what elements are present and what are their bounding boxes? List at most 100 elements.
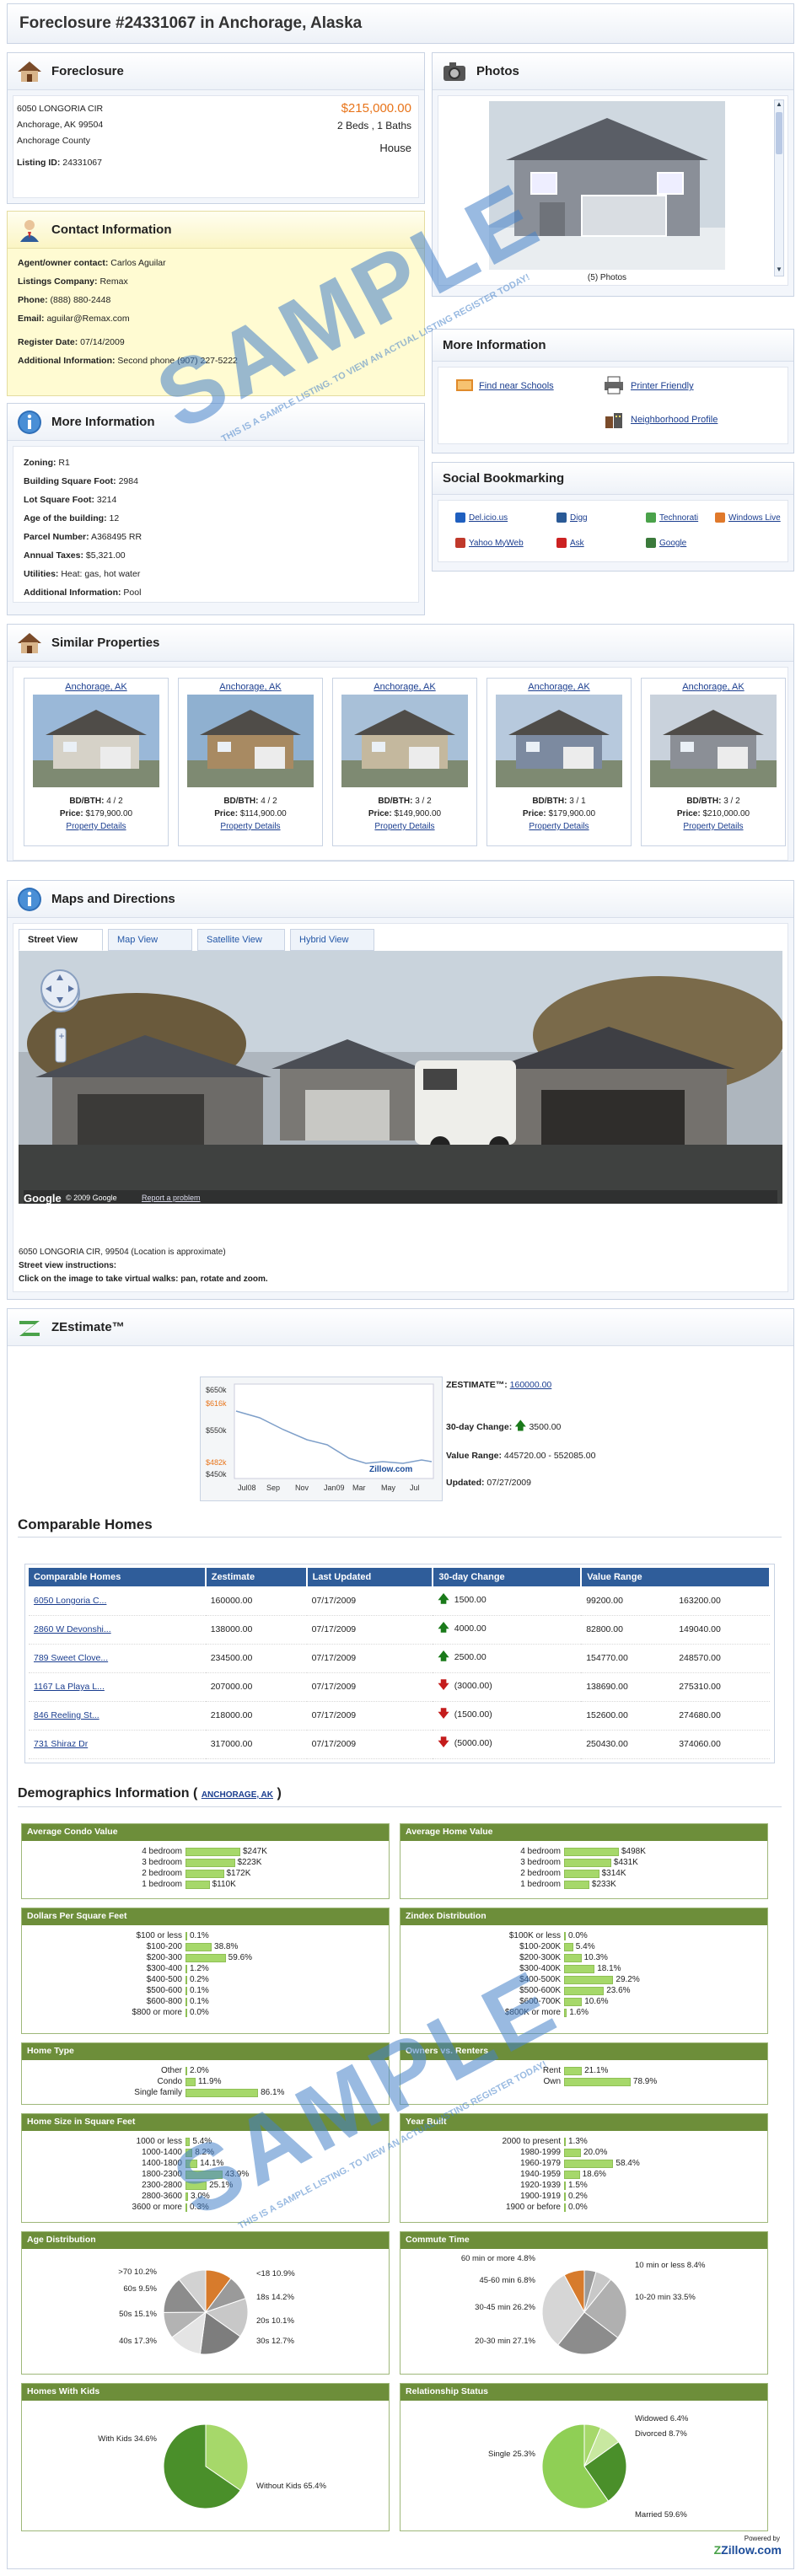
property-details-link[interactable]: Property Details	[487, 822, 631, 831]
tab-map-view[interactable]: Map View	[108, 929, 192, 951]
contact-heading: Contact Information	[51, 223, 172, 237]
social-item[interactable]: Digg	[556, 513, 588, 523]
social-item[interactable]: Technorati	[646, 513, 698, 523]
demo-bar-row: $300-400 1.2%	[25, 1963, 385, 1974]
pie-chart	[541, 2423, 627, 2509]
social-link[interactable]: Digg	[570, 513, 588, 523]
maps-body: Street View Map View Satellite View Hybr…	[13, 923, 788, 1292]
social-item[interactable]: Del.icio.us	[455, 513, 508, 523]
property-details-link[interactable]: Property Details	[642, 822, 785, 831]
demo-bar-row: 2 bedroom $314K	[404, 1868, 764, 1879]
pie-label: Divorced 8.7%	[635, 2429, 687, 2439]
demo-bar-label: 2300-2800	[142, 2181, 182, 2190]
comparable-home-link[interactable]: 1167 La Playa L...	[34, 1682, 105, 1692]
zestimate-value-link[interactable]: 160000.00	[510, 1380, 552, 1390]
demo-bar-label: 3 bedroom	[520, 1858, 561, 1867]
pan-control-icon[interactable]	[39, 968, 81, 1010]
social-item[interactable]: Windows Live	[715, 513, 781, 523]
range-value: 445720.00 - 552085.00	[503, 1451, 596, 1461]
demo-box-title: Average Condo Value	[22, 1824, 389, 1841]
comparable-header-row: Comparable Homes Zestimate Last Updated 30-…	[29, 1568, 771, 1586]
demo-box-title: Relationship Status	[400, 2384, 767, 2401]
report-problem-link[interactable]: Report a problem	[142, 1194, 201, 1202]
social-link[interactable]: Technorati	[659, 513, 698, 523]
bdbth-value: 3 / 2	[415, 797, 432, 806]
more-info-field-value: R1	[58, 458, 70, 468]
page: Foreclosure #24331067 in Anchorage, Alas…	[0, 0, 801, 2576]
comparable-home-link[interactable]: 789 Sweet Clove...	[34, 1653, 108, 1663]
demo-bar-value: 0.2%	[190, 1975, 209, 1984]
similar-property-photo[interactable]	[496, 695, 622, 787]
demo-bar	[185, 2159, 198, 2168]
social-item[interactable]: Ask	[556, 538, 584, 548]
similar-city-link[interactable]: Anchorage, AK	[333, 682, 476, 692]
range-low: 154770.00	[586, 1653, 628, 1663]
demo-bar-label: $500-600K	[519, 1986, 561, 1995]
listing-photo[interactable]	[489, 101, 725, 270]
demo-bar-value: $172K	[226, 1869, 251, 1878]
similar-city-link[interactable]: Anchorage, AK	[487, 682, 631, 692]
printer-friendly-link[interactable]: Printer Friendly	[631, 381, 694, 391]
demo-bar-row: Own 78.9%	[404, 2076, 764, 2087]
social-link[interactable]: Ask	[570, 539, 584, 548]
similar-city-link[interactable]: Anchorage, AK	[179, 682, 322, 692]
social-link[interactable]: Windows Live	[728, 513, 781, 523]
contact-field-value: Second phone (907) 227-5222	[117, 356, 238, 366]
comparable-home-link[interactable]: 846 Reeling St...	[34, 1710, 99, 1720]
demographics-city-link[interactable]: ANCHORAGE, AK	[202, 1790, 273, 1800]
tab-street-view[interactable]: Street View	[19, 929, 103, 951]
tab-satellite-view[interactable]: Satellite View	[197, 929, 285, 951]
table-row: 2860 W Devonshi... 138000.00 07/17/2009 🡅 40…	[29, 1615, 770, 1645]
demo-bar-label: $500-600	[146, 1986, 182, 1995]
similar-city-link[interactable]: Anchorage, AK	[24, 682, 168, 692]
zestimate-panel: ZEstimate™ $650k $616k $550k $482k $450k Jul0…	[7, 1308, 794, 2569]
instructions-text: Click on the image to take virtual walks…	[19, 1275, 268, 1284]
social-link[interactable]: Yahoo MyWeb	[469, 539, 524, 548]
social-link[interactable]: Google	[659, 539, 686, 548]
tab-hybrid-view[interactable]: Hybrid View	[290, 929, 374, 951]
property-details-link[interactable]: Property Details	[24, 822, 168, 831]
zestimate-header: ZEstimate™	[8, 1309, 793, 1346]
address-line-2: Anchorage, AK 99504	[17, 120, 104, 130]
address-line-1: 6050 LONGORIA CIR	[17, 104, 104, 114]
find-schools-link[interactable]: Find near Schools	[479, 381, 554, 391]
last-updated-cell: 07/17/2009	[306, 1644, 433, 1673]
zoom-in-icon[interactable]: +	[56, 1030, 67, 1042]
pie-label: Married 59.6%	[635, 2510, 687, 2520]
similar-property-photo[interactable]	[33, 695, 159, 787]
comparable-home-link[interactable]: 731 Shiraz Dr	[34, 1739, 88, 1749]
chart-x-tick: Jan09	[324, 1484, 345, 1492]
demo-bar	[185, 2077, 196, 2086]
more-info-field: Utilities: Heat: gas, hot water	[24, 565, 408, 583]
last-updated-cell: 07/17/2009	[306, 1615, 433, 1645]
table-row: 1167 La Playa L... 207000.00 07/17/2009 🡇 (3…	[29, 1672, 770, 1702]
similar-property-photo[interactable]	[650, 695, 777, 787]
property-details-link[interactable]: Property Details	[333, 822, 476, 831]
street-view-image[interactable]	[19, 951, 782, 1204]
comparable-home-link[interactable]: 6050 Longoria C...	[34, 1596, 106, 1606]
property-details-link[interactable]: Property Details	[179, 822, 322, 831]
zestimate-chart: $650k $616k $550k $482k $450k Jul08 Sep Nov Jan0…	[200, 1377, 443, 1501]
social-link[interactable]: Del.icio.us	[469, 513, 508, 523]
arrow-down-icon: 🡇	[438, 1736, 449, 1748]
social-item[interactable]: Yahoo MyWeb	[455, 538, 524, 548]
similar-property-photo[interactable]	[187, 695, 314, 787]
comparable-home-link[interactable]: 2860 W Devonshi...	[34, 1624, 111, 1634]
scroll-thumb[interactable]	[776, 112, 782, 154]
contact-field: Phone: (888) 880-2448	[18, 291, 414, 309]
scroll-down-arrow[interactable]: ▼	[775, 266, 783, 276]
more-info-panel: More Information Zoning: R1 Building Squa…	[7, 403, 425, 615]
similar-property-photo[interactable]	[341, 695, 468, 787]
range-low: 138690.00	[586, 1682, 628, 1692]
demo-bar	[185, 1869, 224, 1878]
scroll-up-arrow[interactable]: ▲	[775, 100, 783, 110]
demo-bar-label: $600-800	[146, 1997, 182, 2006]
photos-scrollbar[interactable]: ▲ ▼	[774, 99, 784, 276]
demo-bar-value: 29.2%	[616, 1975, 640, 1984]
neighborhood-profile-link[interactable]: Neighborhood Profile	[631, 415, 718, 425]
social-item[interactable]: Google	[646, 538, 686, 548]
table-row: 731 Shiraz Dr 317000.00 07/17/2009 🡇 (5000.0…	[29, 1730, 770, 1759]
similar-city-link[interactable]: Anchorage, AK	[642, 682, 785, 692]
contact-field-value: Carlos Aguilar	[110, 258, 166, 268]
arrow-down-icon: 🡇	[438, 1707, 449, 1720]
